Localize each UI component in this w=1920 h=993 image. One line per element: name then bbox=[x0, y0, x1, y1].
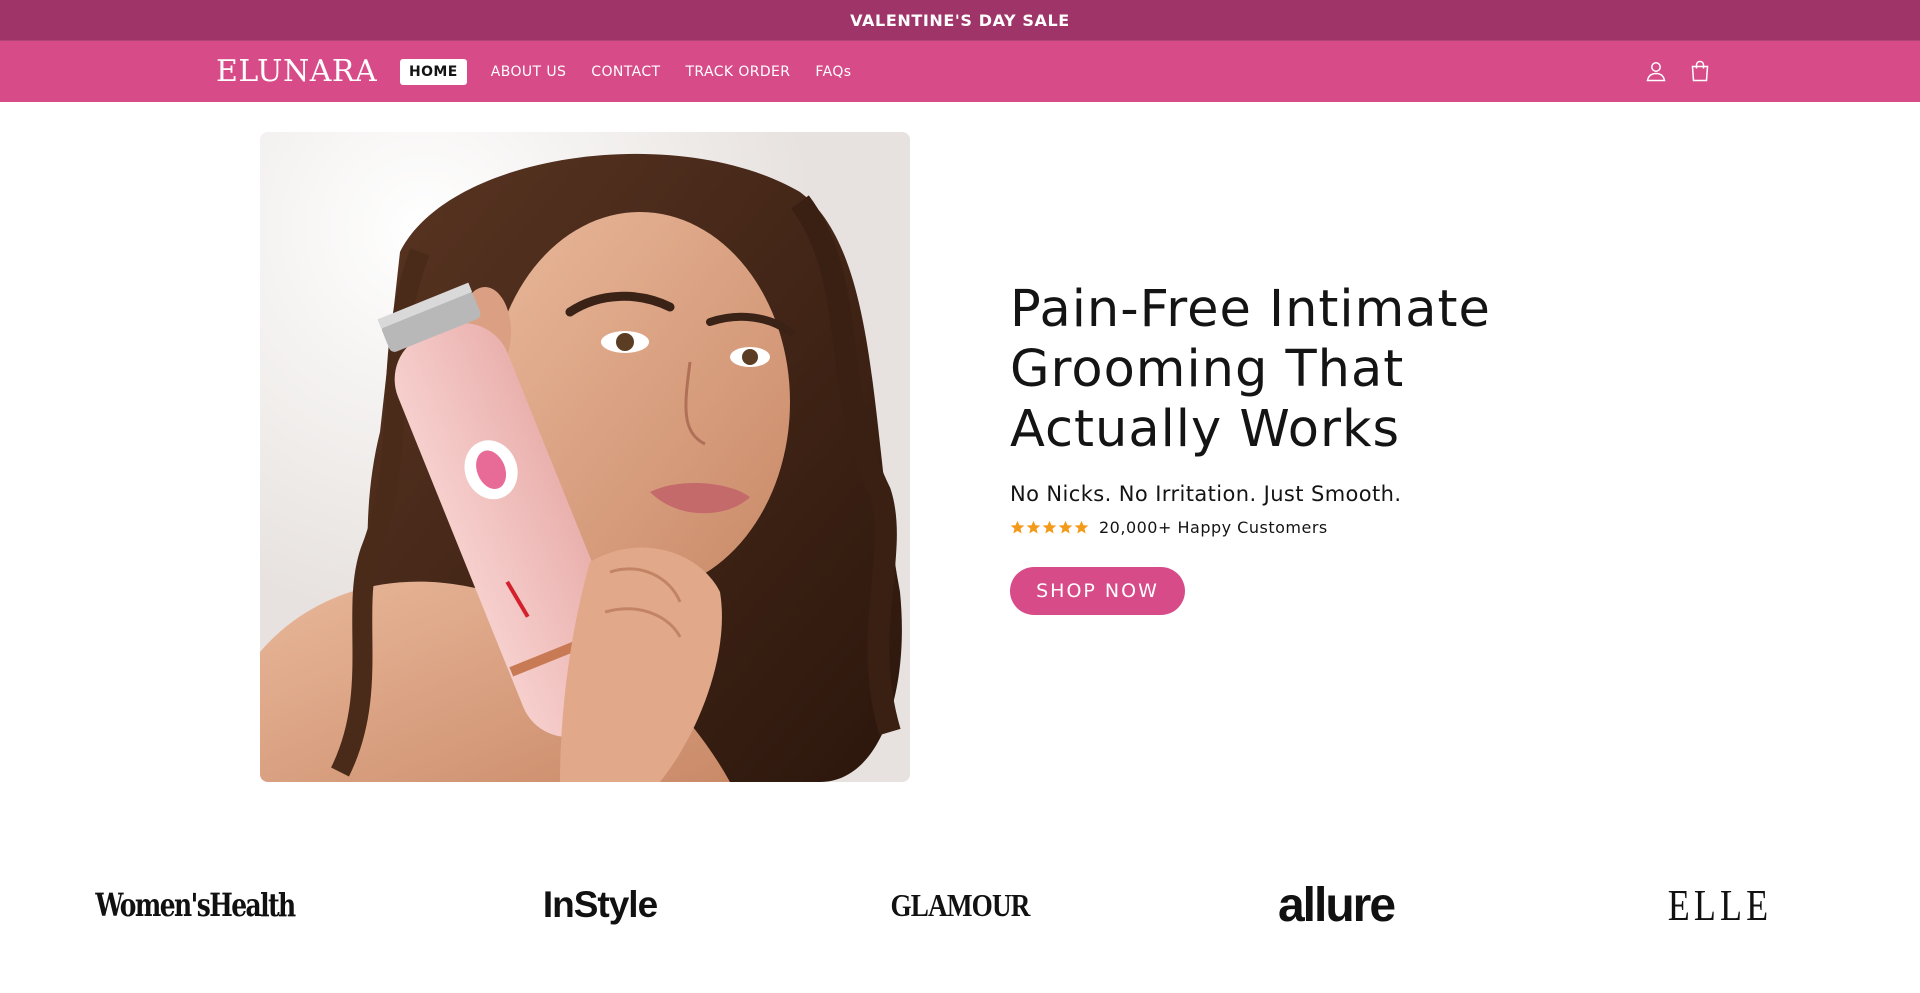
site-header: ELUNARA HOME ABOUT US CONTACT TRACK ORDE… bbox=[0, 41, 1920, 102]
brand-logo[interactable]: ELUNARA bbox=[216, 54, 377, 90]
press-logo-elle: ELLE bbox=[1667, 880, 1773, 930]
nav-item-about-us[interactable]: ABOUT US bbox=[482, 59, 576, 85]
press-logo-glamour: GLAMOUR bbox=[890, 886, 1030, 923]
hero-subtitle: No Nicks. No Irritation. Just Smooth. bbox=[1010, 482, 1402, 506]
main-nav: HOME ABOUT US CONTACT TRACK ORDER FAQs bbox=[400, 59, 867, 85]
rating-text: 20,000+ Happy Customers bbox=[1099, 518, 1328, 537]
star-rating bbox=[1010, 520, 1089, 535]
announcement-bar: VALENTINE'S DAY SALE bbox=[0, 0, 1920, 41]
nav-item-home[interactable]: HOME bbox=[400, 59, 467, 85]
press-logo-allure: allure bbox=[1277, 878, 1396, 932]
account-icon[interactable] bbox=[1644, 59, 1668, 83]
rating-row: 20,000+ Happy Customers bbox=[1010, 518, 1570, 537]
hero-title-line: Grooming That bbox=[1010, 340, 1405, 399]
press-logo-instyle: InStyle bbox=[542, 884, 658, 925]
star-icon bbox=[1026, 520, 1041, 534]
star-icon bbox=[1074, 520, 1089, 534]
shop-now-button[interactable]: SHOP NOW bbox=[1010, 567, 1185, 615]
hero-product-photo bbox=[260, 132, 910, 782]
nav-item-track-order[interactable]: TRACK ORDER bbox=[676, 59, 799, 85]
press-logo-womens-health: Women'sHealth bbox=[95, 886, 296, 924]
hero-title-line: Pain-Free Intimate bbox=[1010, 280, 1491, 339]
announcement-text: VALENTINE'S DAY SALE bbox=[850, 10, 1070, 30]
nav-item-faqs[interactable]: FAQs bbox=[806, 59, 860, 85]
hero-title: Pain-Free Intimate Grooming That Actuall… bbox=[1010, 280, 1570, 460]
hero-title-line: Actually Works bbox=[1010, 400, 1401, 459]
hero-content: Pain-Free Intimate Grooming That Actuall… bbox=[1010, 280, 1570, 615]
star-icon bbox=[1010, 520, 1025, 534]
star-icon bbox=[1042, 520, 1057, 534]
star-icon bbox=[1058, 520, 1073, 534]
nav-item-contact[interactable]: CONTACT bbox=[582, 59, 669, 85]
cart-icon[interactable] bbox=[1688, 59, 1712, 83]
press-logos: Women'sHealth InStyle GLAMOUR allure ELL… bbox=[0, 870, 1920, 940]
